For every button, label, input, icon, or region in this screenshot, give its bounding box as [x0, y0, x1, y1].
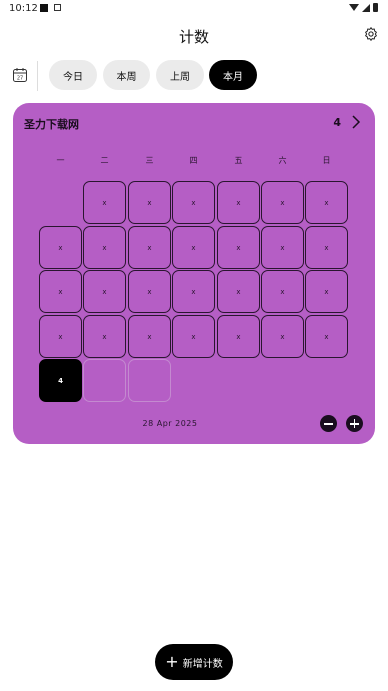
weekday-label: 五	[234, 156, 243, 165]
notification-icon	[40, 4, 48, 12]
calendar-day-cell[interactable]: x	[39, 270, 82, 313]
weekday-label: 四	[189, 156, 198, 165]
calendar-day-cell[interactable]: x	[217, 226, 260, 269]
tab-this-month[interactable]: 本月	[209, 60, 257, 90]
increment-button[interactable]	[346, 415, 363, 432]
counter-card[interactable]: 圣力下载网 4 一二三四五六日 xxxxxxxxxxxxxxxxxxxxxxxx…	[13, 103, 375, 444]
status-time: 10:12	[9, 3, 38, 14]
chevron-right-icon[interactable]	[351, 115, 361, 129]
tab-today[interactable]: 今日	[49, 60, 97, 90]
calendar-day-cell[interactable]: x	[172, 181, 215, 224]
weekday-label: 日	[322, 156, 331, 165]
weekday-label: 三	[145, 156, 154, 165]
calendar-day-cell[interactable]: x	[128, 181, 171, 224]
calendar-day-cell[interactable]: x	[261, 315, 304, 358]
page-title: 计数	[178, 28, 209, 46]
calendar-day-cell[interactable]	[128, 359, 171, 402]
calendar-day-cell[interactable]: x	[83, 226, 126, 269]
counter-total: 4	[333, 116, 341, 129]
calendar-day-cell[interactable]: x	[83, 315, 126, 358]
calendar-day-cell[interactable]: x	[261, 226, 304, 269]
calendar-day-cell[interactable]: x	[305, 315, 348, 358]
plus-icon: +	[165, 652, 179, 671]
tab-last-week[interactable]: 上周	[156, 60, 204, 90]
battery-icon	[373, 3, 378, 12]
calendar-day-cell[interactable]: x	[128, 226, 171, 269]
tabs-divider	[37, 61, 38, 91]
calendar-day-cell[interactable]: x	[305, 226, 348, 269]
decrement-button[interactable]	[320, 415, 337, 432]
current-date-label: 28 Apr 2025	[142, 419, 198, 428]
signal-icon	[362, 3, 370, 12]
status-bar: 10:12	[0, 0, 388, 18]
calendar-icon[interactable]: 27	[12, 67, 28, 83]
calendar-day-cell[interactable]: x	[217, 315, 260, 358]
svg-text:27: 27	[17, 76, 23, 82]
calendar-day-cell[interactable]: x	[128, 315, 171, 358]
app-notification-icon	[54, 4, 61, 11]
settings-gear-icon[interactable]	[363, 26, 379, 42]
calendar-day-cell[interactable]: x	[172, 270, 215, 313]
calendar-day-cell[interactable]: x	[172, 315, 215, 358]
weekday-label: 二	[100, 156, 109, 165]
calendar-day-cell[interactable]: x	[261, 181, 304, 224]
add-counter-label: 新增计数	[182, 658, 223, 670]
calendar-day-cell[interactable]	[83, 359, 126, 402]
calendar-day-cell[interactable]: x	[305, 270, 348, 313]
period-tabs-row: 27 今日 本周 上周 本月	[0, 58, 388, 92]
tab-this-week[interactable]: 本周	[103, 60, 150, 90]
calendar-day-cell[interactable]: x	[217, 270, 260, 313]
calendar-day-cell[interactable]: x	[261, 270, 304, 313]
counter-name: 圣力下载网	[24, 118, 79, 131]
calendar-day-cell[interactable]: x	[172, 226, 215, 269]
calendar-day-cell[interactable]: x	[128, 270, 171, 313]
calendar-day-cell[interactable]: x	[217, 181, 260, 224]
weekday-label: 一	[56, 156, 65, 165]
add-counter-button[interactable]: + 新增计数	[155, 644, 233, 680]
calendar-day-cell[interactable]: x	[39, 315, 82, 358]
calendar-day-cell[interactable]: 4	[39, 359, 82, 402]
calendar-day-cell[interactable]: x	[305, 181, 348, 224]
app-header: 计数	[0, 22, 388, 48]
calendar-day-cell[interactable]: x	[39, 226, 82, 269]
calendar-day-cell[interactable]: x	[83, 270, 126, 313]
wifi-icon	[349, 4, 359, 11]
calendar-day-cell[interactable]: x	[83, 181, 126, 224]
status-indicators	[349, 3, 378, 12]
weekday-label: 六	[278, 156, 287, 165]
